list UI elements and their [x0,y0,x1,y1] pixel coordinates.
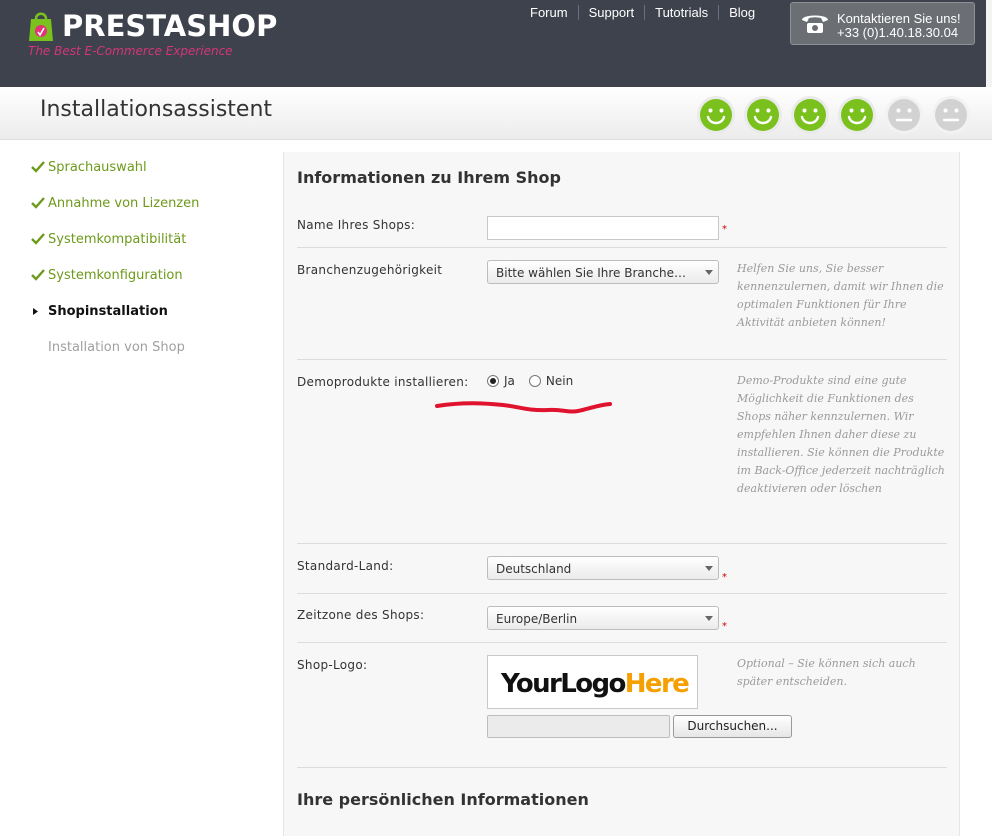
sidebar-item-label: Sprachauswahl [48,160,147,175]
step-2-happy-smiley-icon [744,96,782,134]
step-sidebar: Sprachauswahl Annahme von Lizenzen Syste… [30,160,270,376]
industry-select[interactable]: Bitte wählen Sie Ihre Branchenzugehörigk… [487,260,719,284]
sidebar-item-label: Systemkonfiguration [48,268,183,283]
divider [297,642,947,643]
browse-button[interactable]: Durchsuchen... [673,715,792,738]
sidebar-item-installation: Installation von Shop [30,340,270,376]
title-band: Installationsassistent [0,87,992,140]
checkmark-icon [31,197,45,209]
demo-products-hint: Demo-Produkte sind eine gute Möglichkeit… [737,374,945,495]
chevron-down-icon [705,566,713,571]
sidebar-item-label: Shopinstallation [48,304,168,319]
divider [297,593,947,594]
top-nav: Forum Support Tutotrials Blog [520,5,765,20]
sidebar-item-license[interactable]: Annahme von Lizenzen [30,196,270,232]
chevron-down-icon [705,270,713,275]
svg-text:YourLogoHere: YourLogoHere [500,669,689,699]
shop-logo-preview: YourLogoHere [487,655,698,709]
demo-yes-radio[interactable]: Ja [487,374,515,388]
demo-products-label: Demoprodukte installieren: [297,375,469,389]
sidebar-item-label: Installation von Shop [48,340,185,355]
sidebar-item-label: Annahme von Lizenzen [48,196,200,211]
contact-phone: +33 (0)1.40.18.30.04 [837,25,959,40]
logo-file-input[interactable] [487,715,670,738]
sidebar-item-configuration[interactable]: Systemkonfiguration [30,268,270,304]
step-4-happy-smiley-icon [838,96,876,134]
top-header: PRESTASHOP The Best E-Commerce Experienc… [0,0,992,87]
chevron-down-icon [705,616,713,621]
required-marker: * [722,572,727,583]
timezone-select[interactable]: Europe/Berlin [487,606,719,630]
timezone-label: Zeitzone des Shops: [297,608,425,622]
checkmark-icon [31,233,45,245]
logo-wordmark: PRESTASHOP [62,9,278,43]
contact-box[interactable]: Kontaktieren Sie uns! +33 (0)1.40.18.30.… [790,2,975,45]
divider [297,767,947,768]
demo-products-radio-group: Ja Nein [487,374,573,388]
shop-logo-hint: Optional – Sie können sich auch später e… [737,657,916,688]
divider [297,359,947,360]
triangle-right-icon [33,308,38,315]
industry-label: Branchenzugehörigkeit [297,263,443,277]
country-select[interactable]: Deutschland [487,556,719,580]
phone-icon [802,15,828,33]
logo-placeholder-image: YourLogoHere [499,668,693,701]
divider [297,543,947,544]
sidebar-item-compatibility[interactable]: Systemkompatibilität [30,232,270,268]
step-6-neutral-smiley-icon [932,96,970,134]
sidebar-item-shop-installation[interactable]: Shopinstallation [30,304,270,340]
nav-blog[interactable]: Blog [719,5,765,20]
contact-label: Kontaktieren Sie uns! [837,11,961,26]
nav-forum[interactable]: Forum [520,5,579,20]
step-5-neutral-smiley-icon [885,96,923,134]
section-title-shop: Informationen zu Ihrem Shop [297,168,561,187]
radio-selected-icon [487,375,499,387]
section-title-personal: Ihre persönlichen Informationen [297,790,589,809]
industry-hint: Helfen Sie uns, Sie besser kennenzulerne… [737,262,944,329]
shopping-bag-icon [29,12,53,41]
shop-name-label: Name Ihres Shops: [297,218,416,232]
page-title: Installationsassistent [40,97,273,122]
prestashop-logo[interactable]: PRESTASHOP The Best E-Commerce Experienc… [28,6,277,66]
shop-logo-label: Shop-Logo: [297,658,368,672]
nav-support[interactable]: Support [579,5,646,20]
logo-tagline: The Best E-Commerce Experience [28,44,233,58]
checkmark-icon [31,161,45,173]
demo-no-radio[interactable]: Nein [528,374,573,388]
divider [297,247,947,248]
step-3-happy-smiley-icon [791,96,829,134]
sidebar-item-language[interactable]: Sprachauswahl [30,160,270,196]
radio-empty-icon [528,375,541,387]
country-label: Standard-Land: [297,559,394,573]
shop-name-input[interactable] [487,216,719,240]
required-marker: * [722,224,727,235]
shop-info-panel: Informationen zu Ihrem Shop Name Ihres S… [283,152,960,836]
step-1-happy-smiley-icon [697,96,735,134]
nav-tutorials[interactable]: Tutotrials [645,5,720,20]
required-marker: * [722,621,727,632]
progress-steps [696,95,971,135]
sidebar-item-label: Systemkompatibilität [48,232,187,247]
checkmark-icon [31,269,45,281]
